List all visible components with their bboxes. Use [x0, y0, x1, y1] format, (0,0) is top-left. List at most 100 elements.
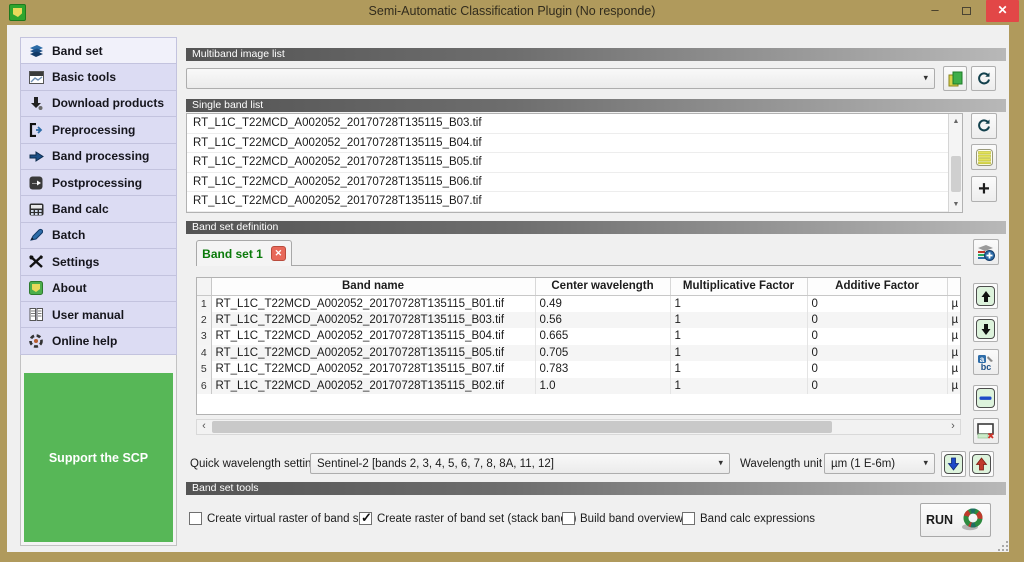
- close-button[interactable]: ✕: [986, 0, 1019, 22]
- table-row[interactable]: 1 RT_L1C_T22MCD_A002052_20170728T135115_…: [197, 295, 960, 312]
- sidebar-item-settings[interactable]: Settings: [20, 248, 177, 276]
- add-band-set-button[interactable]: [973, 239, 999, 265]
- checkbox-label[interactable]: Build band overviews: [580, 513, 689, 525]
- column-header-unit[interactable]: [947, 278, 960, 296]
- cell-wavelength[interactable]: 0.56: [535, 311, 671, 328]
- cell-mult[interactable]: 1: [670, 344, 808, 361]
- cell-mult[interactable]: 1: [670, 328, 808, 345]
- resize-grip[interactable]: [996, 541, 1008, 551]
- cell-mult[interactable]: 1: [670, 377, 808, 394]
- sidebar-item-user-manual[interactable]: User manual: [20, 300, 177, 329]
- checkbox-band-calc-expressions[interactable]: [682, 512, 695, 525]
- sort-band-names-button[interactable]: a bc: [973, 349, 999, 375]
- move-band-down-button[interactable]: [973, 316, 998, 342]
- checkbox-label[interactable]: Band calc expressions: [700, 513, 815, 525]
- cell-add[interactable]: 0: [807, 344, 948, 361]
- vertical-scrollbar[interactable]: ▲ ▼: [948, 114, 962, 212]
- band-set-table[interactable]: Band name Center wavelength Multiplicati…: [196, 277, 961, 415]
- checkbox-build-band-overviews[interactable]: [562, 512, 575, 525]
- minimize-button[interactable]: –: [922, 0, 948, 22]
- multiband-image-combo[interactable]: ▾: [186, 68, 935, 89]
- cell-wavelength[interactable]: 0.705: [535, 344, 671, 361]
- add-band-button[interactable]: +: [971, 176, 997, 202]
- sidebar-item-online-help[interactable]: Online help: [20, 327, 177, 355]
- list-item[interactable]: RT_L1C_T22MCD_A002052_20170728T135115_B0…: [187, 114, 962, 134]
- cell-unit[interactable]: µ: [947, 361, 960, 378]
- refresh-band-list-button[interactable]: [971, 113, 997, 139]
- scrollbar-thumb[interactable]: [950, 156, 961, 192]
- cell-add[interactable]: 0: [807, 377, 948, 394]
- sidebar-item-preprocessing[interactable]: Preprocessing: [20, 116, 177, 144]
- table-row[interactable]: 4 RT_L1C_T22MCD_A002052_20170728T135115_…: [197, 344, 960, 361]
- refresh-multiband-button[interactable]: [971, 66, 996, 91]
- list-item[interactable]: RT_L1C_T22MCD_A002052_20170728T135115_B0…: [187, 173, 962, 192]
- import-band-set-button[interactable]: [941, 451, 966, 477]
- cell-band-name[interactable]: RT_L1C_T22MCD_A002052_20170728T135115_B0…: [211, 344, 536, 361]
- sidebar-item-batch[interactable]: Batch: [20, 221, 177, 250]
- sidebar-item-basic-tools[interactable]: Basic tools: [20, 63, 177, 91]
- scroll-left-icon[interactable]: ‹: [197, 420, 211, 434]
- wavelength-unit-combo[interactable]: µm (1 E-6m) ▾: [824, 453, 935, 474]
- cell-unit[interactable]: µ: [947, 377, 960, 394]
- cell-wavelength[interactable]: 0.665: [535, 328, 671, 345]
- tab-close-icon[interactable]: ✕: [270, 246, 286, 261]
- table-row[interactable]: 3 RT_L1C_T22MCD_A002052_20170728T135115_…: [197, 328, 960, 345]
- cell-unit[interactable]: µ: [947, 328, 960, 345]
- column-header-additive-factor[interactable]: Additive Factor: [807, 278, 948, 296]
- sidebar-item-download-products[interactable]: Download products: [20, 89, 177, 118]
- column-header-center-wavelength[interactable]: Center wavelength: [535, 278, 671, 296]
- cell-mult[interactable]: 1: [670, 311, 808, 328]
- column-header-multiplicative-factor[interactable]: Multiplicative Factor: [670, 278, 808, 296]
- run-button[interactable]: RUN: [920, 503, 991, 537]
- cell-band-name[interactable]: RT_L1C_T22MCD_A002052_20170728T135115_B0…: [211, 328, 536, 345]
- cell-unit[interactable]: µ: [947, 295, 960, 312]
- cell-band-name[interactable]: RT_L1C_T22MCD_A002052_20170728T135115_B0…: [211, 361, 536, 378]
- clear-band-set-button[interactable]: [973, 418, 999, 444]
- scroll-down-icon[interactable]: ▼: [949, 197, 963, 212]
- sidebar-item-band-calc[interactable]: Band calc: [20, 195, 177, 223]
- checkbox-label[interactable]: Create raster of band set (stack bands): [377, 513, 576, 525]
- checkbox-create-raster-stack[interactable]: [359, 510, 372, 526]
- cell-add[interactable]: 0: [807, 361, 948, 378]
- sidebar-item-about[interactable]: About: [20, 274, 177, 302]
- sidebar-item-postprocessing[interactable]: Postprocessing: [20, 168, 177, 197]
- remove-band-button[interactable]: [973, 385, 998, 411]
- move-band-up-button[interactable]: [973, 283, 998, 309]
- quick-wavelength-combo[interactable]: Sentinel-2 [bands 2, 3, 4, 5, 6, 7, 8, 8…: [310, 453, 730, 474]
- single-band-list[interactable]: RT_L1C_T22MCD_A002052_20170728T135115_B0…: [186, 113, 963, 213]
- cell-unit[interactable]: µ: [947, 311, 960, 328]
- checkbox-label[interactable]: Create virtual raster of band set: [207, 513, 368, 525]
- list-item[interactable]: RT_L1C_T22MCD_A002052_20170728T135115_B0…: [187, 134, 962, 153]
- scroll-up-icon[interactable]: ▲: [949, 114, 963, 129]
- titlebar[interactable]: Semi-Automatic Classification Plugin (No…: [0, 0, 1024, 25]
- checkbox-create-virtual-raster[interactable]: [189, 512, 202, 525]
- table-row[interactable]: 2 RT_L1C_T22MCD_A002052_20170728T135115_…: [197, 311, 960, 328]
- maximize-button[interactable]: [954, 0, 980, 22]
- cell-wavelength[interactable]: 0.783: [535, 361, 671, 378]
- select-all-bands-button[interactable]: [971, 144, 997, 170]
- export-band-set-button[interactable]: [969, 451, 994, 477]
- cell-wavelength[interactable]: 0.49: [535, 295, 671, 312]
- scroll-right-icon[interactable]: ›: [946, 420, 960, 434]
- sidebar-item-band-set[interactable]: Band set: [20, 37, 177, 65]
- table-row[interactable]: 5 RT_L1C_T22MCD_A002052_20170728T135115_…: [197, 361, 960, 378]
- cell-add[interactable]: 0: [807, 311, 948, 328]
- list-item[interactable]: RT_L1C_T22MCD_A002052_20170728T135115_B0…: [187, 192, 962, 212]
- cell-add[interactable]: 0: [807, 295, 948, 312]
- support-scp-banner[interactable]: Support the SCP: [24, 373, 173, 542]
- cell-band-name[interactable]: RT_L1C_T22MCD_A002052_20170728T135115_B0…: [211, 295, 536, 312]
- list-item[interactable]: RT_L1C_T22MCD_A002052_20170728T135115_B0…: [187, 153, 962, 173]
- horizontal-scrollbar[interactable]: ‹ ›: [196, 419, 961, 435]
- cell-band-name[interactable]: RT_L1C_T22MCD_A002052_20170728T135115_B0…: [211, 311, 536, 328]
- cell-band-name[interactable]: RT_L1C_T22MCD_A002052_20170728T135115_B0…: [211, 377, 536, 394]
- tab-band-set-1[interactable]: Band set 1 ✕: [196, 240, 292, 266]
- scrollbar-thumb[interactable]: [212, 421, 832, 433]
- open-multiband-button[interactable]: [943, 66, 967, 91]
- sidebar-item-band-processing[interactable]: Band processing: [20, 142, 177, 170]
- column-header-band-name[interactable]: Band name: [211, 278, 536, 296]
- cell-unit[interactable]: µ: [947, 344, 960, 361]
- cell-mult[interactable]: 1: [670, 361, 808, 378]
- cell-wavelength[interactable]: 1.0: [535, 377, 671, 394]
- table-row[interactable]: 6 RT_L1C_T22MCD_A002052_20170728T135115_…: [197, 377, 960, 394]
- cell-add[interactable]: 0: [807, 328, 948, 345]
